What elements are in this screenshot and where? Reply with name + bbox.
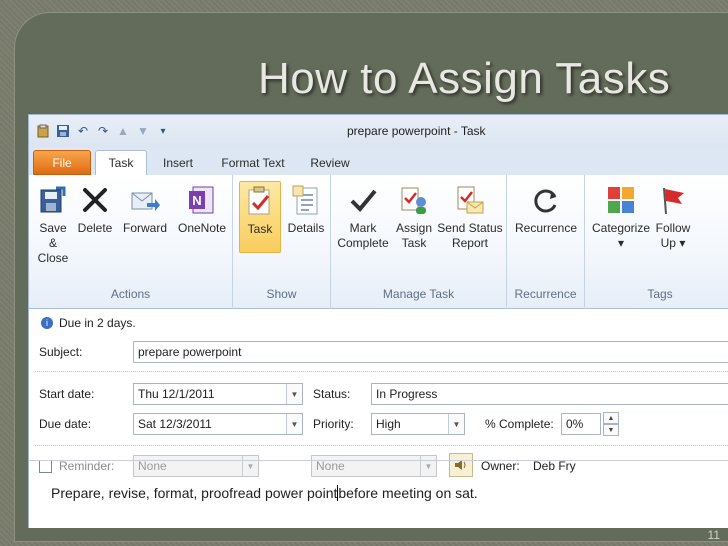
- group-tags: Categorize ▾ Follow Up ▾ Tags: [585, 175, 728, 309]
- status-label: Status:: [313, 387, 351, 401]
- up-arrow-icon[interactable]: ▲: [115, 123, 131, 139]
- start-date-label: Start date:: [39, 387, 95, 401]
- group-actions-label: Actions: [110, 287, 151, 301]
- task-icon: [243, 182, 277, 220]
- task-body[interactable]: Prepare, revise, format, proofread power…: [29, 460, 728, 528]
- send-status-report-label: Send Status Report: [437, 221, 503, 250]
- start-date-field[interactable]: Thu 12/1/2011 ▼: [133, 383, 303, 405]
- save-close-label: Save & Close: [37, 221, 69, 265]
- onenote-icon: N: [185, 181, 219, 219]
- details-label: Details: [287, 221, 325, 235]
- title-bar: ↶ ↷ ▲ ▼ ▾ prepare powerpoint - Task: [29, 115, 728, 147]
- customize-qat-icon[interactable]: ▾: [155, 123, 171, 139]
- follow-up-label: Follow Up ▾: [655, 221, 691, 250]
- due-date-value: Sat 12/3/2011: [138, 417, 212, 431]
- subject-field[interactable]: prepare powerpoint: [133, 341, 728, 363]
- page-number: 11: [707, 528, 720, 542]
- checkmark-icon: [346, 181, 380, 219]
- priority-label: Priority:: [313, 417, 354, 431]
- group-recurrence-label: Recurrence: [514, 287, 577, 301]
- task-body-text[interactable]: Prepare, revise, format, proofread power…: [51, 485, 478, 501]
- delete-icon: [78, 181, 112, 219]
- group-manage-task: Mark Complete Assign Task Send Status Re…: [331, 175, 507, 309]
- subject-label: Subject:: [39, 345, 83, 359]
- group-tags-label: Tags: [647, 287, 673, 301]
- outlook-task-window: ↶ ↷ ▲ ▼ ▾ prepare powerpoint - Task File…: [28, 114, 728, 528]
- delete-button[interactable]: Delete: [75, 181, 115, 236]
- group-manage-task-label: Manage Task: [382, 287, 455, 301]
- percent-complete-field[interactable]: 0%: [561, 413, 601, 435]
- assign-task-button[interactable]: Assign Task: [393, 181, 435, 251]
- group-show: Task Details Show: [233, 175, 331, 309]
- quick-access-toolbar: ↶ ↷ ▲ ▼ ▾: [35, 123, 171, 139]
- tab-format-text[interactable]: Format Text: [217, 150, 289, 175]
- ribbon: Save & Close Delete Forward N OneNote Ac…: [29, 175, 728, 309]
- start-date-dropdown-icon[interactable]: ▼: [286, 384, 302, 404]
- undo-icon[interactable]: ↶: [75, 123, 91, 139]
- separator: [35, 445, 728, 446]
- categorize-label: Categorize ▾: [591, 221, 651, 250]
- due-info-text: Due in 2 days.: [59, 316, 136, 330]
- info-icon: i: [41, 317, 53, 329]
- tab-insert[interactable]: Insert: [157, 150, 199, 175]
- categorize-icon: [604, 181, 638, 219]
- mark-complete-label: Mark Complete: [337, 221, 389, 250]
- task-body-text-end: before meeting on sat.: [338, 485, 478, 501]
- save-icon[interactable]: [55, 123, 71, 139]
- onenote-button[interactable]: N OneNote: [175, 181, 229, 236]
- slide-title: How to Assign Tasks: [258, 54, 671, 103]
- percent-complete-label: % Complete:: [485, 417, 554, 431]
- group-recurrence: Recurrence Recurrence: [507, 175, 585, 309]
- status-field[interactable]: In Progress: [371, 383, 728, 405]
- save-close-icon: [36, 181, 70, 219]
- save-close-button[interactable]: Save & Close: [35, 181, 71, 266]
- window-title: prepare powerpoint - Task: [347, 124, 486, 138]
- task-view-label: Task: [247, 222, 273, 236]
- ribbon-tabs: File Task Insert Format Text Review: [29, 147, 728, 175]
- follow-up-button[interactable]: Follow Up ▾: [651, 181, 695, 251]
- send-status-report-icon: [453, 181, 487, 219]
- info-bar: i Due in 2 days.: [29, 309, 728, 337]
- mark-complete-button[interactable]: Mark Complete: [335, 181, 391, 251]
- clipboard-icon[interactable]: [35, 123, 51, 139]
- redo-icon[interactable]: ↷: [95, 123, 111, 139]
- flag-icon: [656, 181, 690, 219]
- recurrence-button[interactable]: Recurrence: [513, 181, 579, 236]
- send-status-report-button[interactable]: Send Status Report: [437, 181, 503, 251]
- start-date-value: Thu 12/1/2011: [138, 387, 215, 401]
- forward-label: Forward: [122, 221, 167, 235]
- onenote-label: OneNote: [177, 221, 227, 235]
- details-button[interactable]: Details: [285, 181, 327, 236]
- separator: [35, 371, 728, 372]
- group-actions: Save & Close Delete Forward N OneNote Ac…: [29, 175, 233, 309]
- percent-spinner[interactable]: ▲ ▼: [603, 412, 619, 436]
- delete-label: Delete: [77, 221, 113, 235]
- due-date-dropdown-icon[interactable]: ▼: [286, 414, 302, 434]
- recurrence-label: Recurrence: [514, 221, 578, 235]
- priority-field[interactable]: High ▼: [371, 413, 465, 435]
- priority-value: High: [376, 417, 401, 431]
- svg-text:N: N: [192, 193, 201, 208]
- task-body-text-start: Prepare, revise, format, proofread power…: [51, 485, 338, 501]
- spin-up-icon[interactable]: ▲: [603, 412, 619, 424]
- due-date-label: Due date:: [39, 417, 92, 431]
- task-view-button[interactable]: Task: [239, 181, 281, 253]
- forward-button[interactable]: Forward: [119, 181, 171, 236]
- spin-down-icon[interactable]: ▼: [603, 424, 619, 436]
- down-arrow-icon[interactable]: ▼: [135, 123, 151, 139]
- assign-task-icon: [397, 181, 431, 219]
- tab-task[interactable]: Task: [95, 150, 147, 175]
- details-icon: [289, 181, 323, 219]
- assign-task-label: Assign Task: [395, 221, 433, 250]
- recurrence-icon: [529, 181, 563, 219]
- status-value: In Progress: [376, 387, 438, 401]
- forward-icon: [128, 181, 162, 219]
- due-date-field[interactable]: Sat 12/3/2011 ▼: [133, 413, 303, 435]
- tab-review[interactable]: Review: [307, 150, 353, 175]
- priority-dropdown-icon[interactable]: ▼: [448, 414, 464, 434]
- categorize-button[interactable]: Categorize ▾: [591, 181, 651, 251]
- group-show-label: Show: [266, 287, 297, 301]
- tab-file[interactable]: File: [33, 150, 91, 175]
